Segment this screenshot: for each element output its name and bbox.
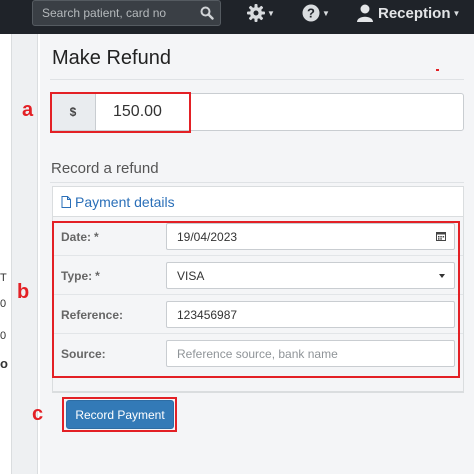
form-row-date: Date: *	[53, 217, 463, 256]
left-fragment-text: 0	[0, 330, 7, 342]
tab-payment-details[interactable]: Payment details	[52, 186, 464, 216]
refund-amount-input[interactable]	[97, 94, 457, 130]
section-title: Record a refund	[51, 160, 159, 177]
file-icon	[61, 195, 71, 208]
amount-input-group: $	[50, 93, 464, 131]
divider	[50, 182, 464, 183]
date-input[interactable]	[167, 224, 427, 249]
record-payment-button[interactable]: Record Payment	[66, 400, 174, 429]
form-row-source: Source:	[53, 334, 463, 373]
annotation-label-b: b	[17, 281, 30, 303]
chevron-down-icon: ▼	[452, 8, 461, 18]
settings-menu[interactable]: ▼	[247, 0, 275, 26]
left-fragment-text: T	[0, 272, 7, 284]
help-icon: ?	[302, 4, 320, 22]
chevron-down-icon: ▼	[267, 8, 275, 18]
user-icon	[357, 4, 373, 22]
payment-type-select[interactable]	[166, 262, 455, 289]
page-title: Make Refund	[52, 47, 171, 69]
search-icon[interactable]	[200, 6, 214, 20]
annotation-label-a: a	[22, 99, 34, 121]
date-field[interactable]	[166, 223, 455, 250]
source-input[interactable]	[167, 341, 427, 366]
payment-form: Date:* Type:* Reference: Source:	[52, 216, 464, 392]
divider	[52, 392, 464, 393]
patient-search[interactable]	[32, 0, 221, 26]
source-field[interactable]	[166, 340, 455, 367]
reference-label: Reference:	[61, 307, 124, 322]
user-name: Reception	[378, 4, 451, 22]
svg-text:?: ?	[307, 6, 315, 21]
currency-addon: $	[51, 94, 96, 130]
type-label: Type: *	[61, 268, 100, 283]
left-fragment-text: o	[0, 356, 8, 371]
chevron-down-icon[interactable]	[439, 274, 445, 278]
search-input[interactable]	[33, 1, 193, 25]
top-navbar: ▼ ? ▼ Reception ▼	[0, 0, 474, 34]
reference-field[interactable]	[166, 301, 455, 328]
chevron-down-icon: ▼	[322, 8, 330, 18]
gear-icon	[247, 4, 265, 22]
form-row-type: Type: *	[53, 256, 463, 295]
date-label: Date: *	[61, 229, 99, 244]
user-menu[interactable]: Reception ▼	[356, 0, 460, 26]
reference-input[interactable]	[167, 302, 427, 327]
calendar-icon[interactable]	[436, 231, 446, 241]
source-label: Source:	[61, 346, 106, 361]
divider	[50, 79, 464, 80]
left-fragment-text: 0	[0, 298, 7, 310]
background-strip	[0, 34, 12, 474]
form-row-reference: Reference:	[53, 295, 463, 334]
payment-type-value[interactable]	[167, 263, 427, 288]
decorative-mark	[436, 69, 439, 71]
help-menu[interactable]: ? ▼	[302, 0, 330, 26]
tab-label: Payment details	[75, 193, 175, 210]
annotation-label-c: c	[32, 403, 44, 425]
